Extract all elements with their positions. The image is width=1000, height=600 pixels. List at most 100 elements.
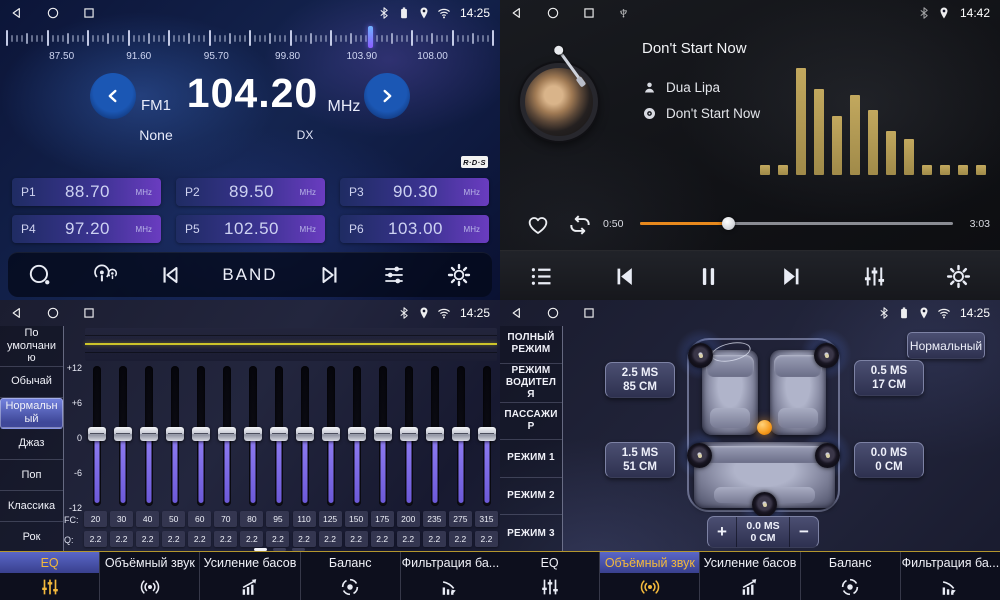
eq-preset-3[interactable]: Нормальный: [0, 398, 63, 429]
slider-thumb[interactable]: [270, 427, 288, 441]
band-button[interactable]: BAND: [222, 265, 277, 285]
home-icon[interactable]: [46, 6, 60, 20]
eq-sliders-icon[interactable]: [381, 262, 407, 288]
tune-up-button[interactable]: [362, 71, 412, 121]
speaker-front-left[interactable]: [688, 343, 713, 368]
eq-preset-5[interactable]: Поп: [0, 460, 63, 491]
slider-thumb[interactable]: [166, 427, 184, 441]
tab-filter[interactable]: Фильтрация ба...: [901, 552, 1000, 600]
preset-button-p2[interactable]: P289.50MHz: [176, 178, 325, 206]
mode-5[interactable]: РЕЖИМ 2: [500, 478, 562, 516]
eq-preset-4[interactable]: Джаз: [0, 429, 63, 460]
preset-button-p6[interactable]: P6103.00MHz: [340, 215, 489, 243]
eq-preset-7[interactable]: Рок: [0, 522, 63, 552]
slider-thumb[interactable]: [244, 427, 262, 441]
slider-thumb[interactable]: [452, 427, 470, 441]
slider-thumb[interactable]: [88, 427, 106, 441]
back-icon[interactable]: [510, 306, 524, 320]
slider-thumb[interactable]: [322, 427, 340, 441]
tab-bass[interactable]: Усиление басов: [200, 552, 300, 600]
back-icon[interactable]: [10, 306, 24, 320]
speaker-rear-left[interactable]: [687, 443, 712, 468]
mode-1[interactable]: ПОЛНЫЙ РЕЖИМ: [500, 326, 562, 364]
profile-button[interactable]: Нормальный: [907, 332, 985, 359]
home-icon[interactable]: [546, 6, 560, 20]
delay-rear-right-button[interactable]: 0.0 MS 0 CM: [854, 442, 924, 478]
mode-6[interactable]: РЕЖИМ 3: [500, 515, 562, 552]
delay-front-left-button[interactable]: 2.5 MS 85 CM: [605, 362, 675, 398]
preset-button-p3[interactable]: P390.30MHz: [340, 178, 489, 206]
slider-thumb[interactable]: [348, 427, 366, 441]
slider-thumb[interactable]: [218, 427, 236, 441]
increase-delay-button[interactable]: +: [708, 517, 736, 547]
eq-band-slider[interactable]: [140, 366, 158, 506]
previous-station-icon[interactable]: [157, 262, 183, 288]
eq-band-slider[interactable]: [478, 366, 496, 506]
eq-band-slider[interactable]: [88, 366, 106, 506]
eq-band-slider[interactable]: [296, 366, 314, 506]
speaker-rear-right[interactable]: [815, 443, 840, 468]
eq-band-slider[interactable]: [322, 366, 340, 506]
favorite-icon[interactable]: [525, 212, 551, 238]
seek-bar-knob[interactable]: [722, 217, 735, 230]
tab-bass[interactable]: Усиление басов: [700, 552, 800, 600]
preset-button-p4[interactable]: P497.20MHz: [12, 215, 161, 243]
recents-icon[interactable]: [82, 306, 96, 320]
recents-icon[interactable]: [582, 6, 596, 20]
eq-band-slider[interactable]: [374, 366, 392, 506]
eq-band-slider[interactable]: [218, 366, 236, 506]
previous-track-icon[interactable]: [611, 263, 638, 290]
eq-preset-6[interactable]: Классика: [0, 491, 63, 522]
delay-rear-left-button[interactable]: 1.5 MS 51 CM: [605, 442, 675, 478]
repeat-icon[interactable]: [566, 212, 594, 238]
listening-position-dot[interactable]: [757, 420, 772, 435]
back-icon[interactable]: [510, 6, 524, 20]
next-station-icon[interactable]: [317, 262, 343, 288]
mode-2[interactable]: РЕЖИМ ВОДИТЕЛЯ: [500, 364, 562, 403]
tab-balance[interactable]: Баланс: [801, 552, 901, 600]
decrease-delay-button[interactable]: −: [790, 517, 818, 547]
eq-preset-2[interactable]: Обычай: [0, 367, 63, 398]
preset-button-p5[interactable]: P5102.50MHz: [176, 215, 325, 243]
eq-band-slider[interactable]: [426, 366, 444, 506]
eq-band-slider[interactable]: [270, 366, 288, 506]
recents-icon[interactable]: [82, 6, 96, 20]
eq-band-slider[interactable]: [166, 366, 184, 506]
home-icon[interactable]: [546, 306, 560, 320]
delay-front-right-button[interactable]: 0.5 MS 17 CM: [854, 360, 924, 396]
home-icon[interactable]: [46, 306, 60, 320]
eq-band-slider[interactable]: [114, 366, 132, 506]
tab-surround[interactable]: Объёмный звук: [600, 552, 700, 600]
frequency-dial[interactable]: [6, 27, 494, 49]
settings-gear-icon[interactable]: [945, 263, 972, 290]
slider-thumb[interactable]: [426, 427, 444, 441]
tab-eq-vertical[interactable]: EQ: [500, 552, 600, 600]
slider-thumb[interactable]: [400, 427, 418, 441]
back-icon[interactable]: [10, 6, 24, 20]
seek-bar[interactable]: [640, 222, 953, 225]
slider-thumb[interactable]: [478, 427, 496, 441]
recents-icon[interactable]: [582, 306, 596, 320]
equalizer-icon[interactable]: [861, 263, 888, 290]
eq-band-slider[interactable]: [192, 366, 210, 506]
slider-thumb[interactable]: [140, 427, 158, 441]
tab-surround[interactable]: Объёмный звук: [100, 552, 200, 600]
slider-thumb[interactable]: [296, 427, 314, 441]
mode-4[interactable]: РЕЖИМ 1: [500, 440, 562, 478]
tab-eq-vertical[interactable]: EQ: [0, 552, 100, 600]
tab-filter[interactable]: Фильтрация ба...: [401, 552, 500, 600]
eq-band-slider[interactable]: [400, 366, 418, 506]
playlist-icon[interactable]: [528, 263, 555, 290]
pause-icon[interactable]: [695, 263, 722, 290]
eq-band-slider[interactable]: [348, 366, 366, 506]
slider-thumb[interactable]: [374, 427, 392, 441]
tab-balance[interactable]: Баланс: [301, 552, 401, 600]
scan-icon[interactable]: [27, 262, 53, 288]
slider-thumb[interactable]: [114, 427, 132, 441]
speaker-subwoofer[interactable]: [752, 492, 777, 517]
slider-thumb[interactable]: [192, 427, 210, 441]
eq-band-slider[interactable]: [244, 366, 262, 506]
broadcast-icon[interactable]: [92, 262, 118, 288]
speaker-front-right[interactable]: [814, 343, 839, 368]
eq-preset-1[interactable]: По умолчанию: [0, 326, 63, 367]
